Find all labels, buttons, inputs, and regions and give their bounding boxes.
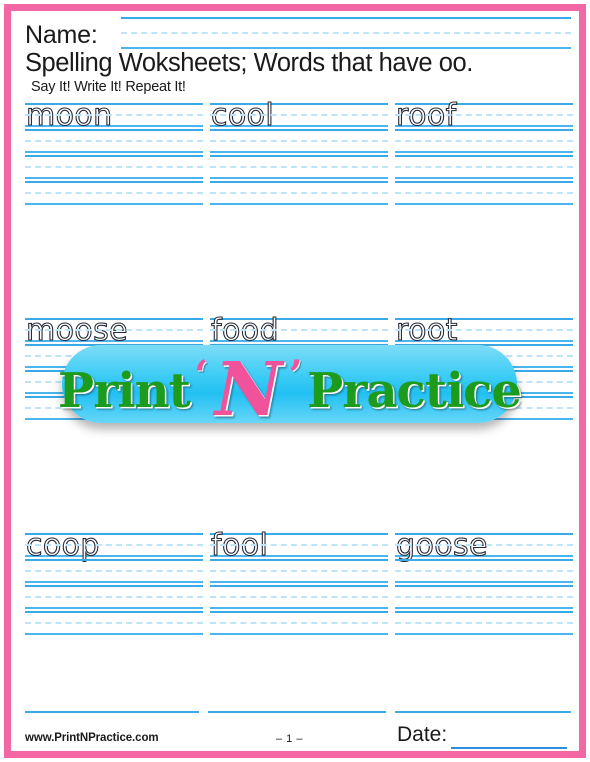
- word-text: roof: [395, 98, 457, 133]
- practice-column: roof: [395, 100, 573, 205]
- name-label: Name:: [25, 21, 98, 49]
- practice-column: coop: [25, 530, 203, 635]
- practice-line[interactable]: [210, 611, 388, 635]
- word-line[interactable]: roof: [395, 100, 573, 131]
- quote-close-icon: ’: [288, 352, 303, 399]
- watermark-letter-n: N: [214, 347, 283, 433]
- word-text: coop: [25, 528, 100, 563]
- footer-date-cell: Date:: [395, 711, 571, 749]
- practice-block: coop fool goose: [25, 530, 573, 635]
- practice-line[interactable]: [210, 129, 388, 153]
- practice-column: fool: [210, 530, 388, 635]
- footer-website-cell: www.PrintNPractice.com: [25, 711, 199, 744]
- watermark-word-practice: Practice: [307, 363, 522, 419]
- word-line[interactable]: cool: [210, 100, 388, 131]
- footer-page-cell: – 1 –: [208, 711, 386, 745]
- word-text: cool: [210, 98, 275, 133]
- watermark-text: Print ‘ N ’ Practice: [58, 339, 522, 433]
- word-line[interactable]: goose: [395, 530, 573, 561]
- word-line[interactable]: moon: [25, 100, 203, 131]
- practice-column: moon: [25, 100, 203, 205]
- name-input-line[interactable]: [121, 17, 571, 49]
- page-subtitle: Say It! Write It! Repeat It!: [31, 79, 186, 95]
- watermark-word-print: Print: [58, 363, 191, 419]
- practice-line[interactable]: [25, 611, 203, 635]
- word-line[interactable]: fool: [210, 530, 388, 561]
- date-input-line[interactable]: [451, 747, 567, 749]
- practice-line[interactable]: [210, 585, 388, 609]
- practice-line[interactable]: [395, 155, 573, 179]
- practice-line[interactable]: [395, 611, 573, 635]
- practice-line[interactable]: [210, 155, 388, 179]
- practice-line[interactable]: [395, 559, 573, 583]
- practice-line[interactable]: [210, 559, 388, 583]
- word-text: goose: [395, 528, 488, 563]
- practice-block: moon cool roof: [25, 100, 573, 205]
- word-text: fool: [210, 528, 269, 563]
- page-number: – 1 –: [276, 733, 303, 745]
- practice-line[interactable]: [395, 181, 573, 205]
- practice-line[interactable]: [25, 155, 203, 179]
- practice-column: cool: [210, 100, 388, 205]
- watermark-logo: Print ‘ N ’ Practice: [58, 345, 522, 433]
- worksheet-footer: www.PrintNPractice.com – 1 – Date:: [25, 711, 573, 749]
- date-label: Date:: [397, 723, 448, 746]
- practice-line[interactable]: [25, 559, 203, 583]
- name-row: Name:: [25, 17, 573, 51]
- page-title: Spelling Woksheets; Words that have oo.: [25, 49, 473, 77]
- word-line[interactable]: coop: [25, 530, 203, 561]
- word-text: moon: [25, 98, 113, 133]
- practice-line[interactable]: [395, 585, 573, 609]
- website-text: www.PrintNPractice.com: [25, 732, 159, 744]
- practice-line[interactable]: [25, 585, 203, 609]
- practice-line[interactable]: [210, 181, 388, 205]
- practice-line[interactable]: [395, 129, 573, 153]
- worksheet-header: Name: Spelling Woksheets; Words that hav…: [25, 13, 573, 101]
- practice-line[interactable]: [25, 129, 203, 153]
- practice-column: goose: [395, 530, 573, 635]
- worksheet-page: Name: Spelling Woksheets; Words that hav…: [0, 0, 590, 762]
- practice-line[interactable]: [25, 181, 203, 205]
- quote-open-icon: ‘: [194, 352, 209, 399]
